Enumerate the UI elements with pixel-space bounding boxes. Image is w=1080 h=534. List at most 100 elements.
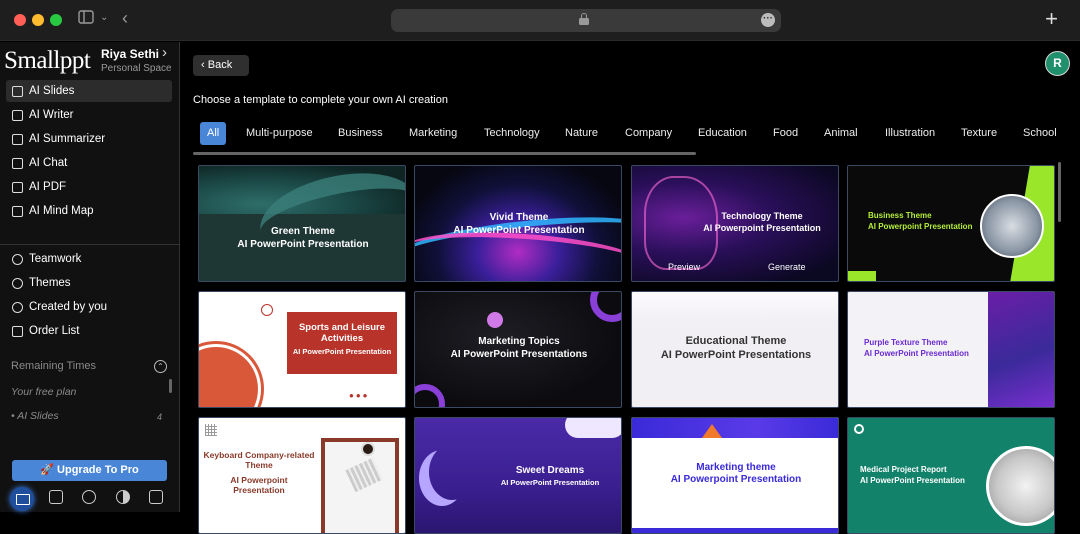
sidebar-item-label: Order List xyxy=(29,325,80,337)
template-card-marketing-topics[interactable]: Marketing Topics AI PowerPoint Presentat… xyxy=(414,291,622,408)
card-photo xyxy=(980,194,1044,258)
pdf-icon xyxy=(12,181,23,193)
sidebar-toggle-icon[interactable] xyxy=(78,10,94,27)
tab-multi-purpose[interactable]: Multi-purpose xyxy=(246,122,313,145)
sidebar-item-label: Themes xyxy=(29,277,71,289)
card-subtitle: AI PowerPoint Presentations xyxy=(660,349,812,361)
globe-icon[interactable] xyxy=(82,490,96,504)
plan-item-count: 4 xyxy=(157,412,163,422)
user-name[interactable]: Riya Sethi xyxy=(101,47,159,61)
card-subtitle: AI Powerpoint Presentation xyxy=(703,223,821,233)
chevron-down-icon[interactable]: ⌄ xyxy=(100,12,108,23)
slides-icon xyxy=(12,85,23,97)
sidebar-item-ai-chat[interactable]: AI Chat xyxy=(6,152,172,174)
template-card-vivid-theme[interactable]: Vivid Theme AI PowerPoint Presentation xyxy=(414,165,622,282)
card-title: Business Theme xyxy=(868,211,932,220)
card-decoration xyxy=(848,271,876,281)
collapse-sidebar-icon[interactable] xyxy=(149,490,163,504)
tab-education[interactable]: Education xyxy=(698,122,747,145)
template-card-green-theme[interactable]: Green Theme AI PowerPoint Presentation xyxy=(198,165,406,282)
sidebar-item-created-by-you[interactable]: Created by you xyxy=(6,296,172,318)
upgrade-button[interactable]: 🚀 Upgrade To Pro xyxy=(12,460,167,481)
sidebar-item-label: Teamwork xyxy=(29,253,82,265)
maximize-window-button[interactable] xyxy=(50,14,62,26)
card-decoration xyxy=(565,418,621,438)
card-decoration xyxy=(702,424,722,438)
back-arrow-icon[interactable]: ‹ xyxy=(122,8,128,29)
tab-school[interactable]: School xyxy=(1023,122,1057,145)
sidebar-item-label: AI PDF xyxy=(29,181,67,193)
close-window-button[interactable] xyxy=(14,14,26,26)
tab-business[interactable]: Business xyxy=(338,122,383,145)
template-card-business-theme[interactable]: Business Theme AI Powerpoint Presentatio… xyxy=(847,165,1055,282)
sidebar-bottom-bar xyxy=(0,484,180,512)
minimize-window-button[interactable] xyxy=(32,14,44,26)
sidebar-item-ai-mind-map[interactable]: AI Mind Map xyxy=(6,200,172,222)
template-card-technology-theme[interactable]: Technology Theme AI Powerpoint Presentat… xyxy=(631,165,839,282)
card-title: Purple Texture Theme xyxy=(864,338,948,347)
card-decoration xyxy=(632,418,838,438)
user-space: Personal Space xyxy=(101,63,172,74)
template-card-educational-theme[interactable]: Educational Theme AI PowerPoint Presenta… xyxy=(631,291,839,408)
card-subtitle: AI Powerpoint Presentation xyxy=(868,222,973,231)
tab-texture[interactable]: Texture xyxy=(961,122,997,145)
address-bar[interactable]: ··· xyxy=(391,9,781,32)
sidebar-item-ai-slides[interactable]: AI Slides xyxy=(6,80,172,102)
tab-company[interactable]: Company xyxy=(625,122,672,145)
card-decoration xyxy=(590,292,621,322)
tab-animal[interactable]: Animal xyxy=(824,122,858,145)
card-title: Marketing Topics xyxy=(478,336,560,347)
template-card-marketing-theme[interactable]: Marketing theme AI Powerpoint Presentati… xyxy=(631,417,839,534)
tab-marketing[interactable]: Marketing xyxy=(409,122,457,145)
card-decoration: ●●● xyxy=(349,391,370,400)
tab-nature[interactable]: Nature xyxy=(565,122,598,145)
user-icon xyxy=(12,301,23,313)
moon-icon xyxy=(429,444,475,500)
more-options-icon[interactable]: ··· xyxy=(761,13,775,27)
chevron-up-icon[interactable]: ⌃ xyxy=(154,360,167,373)
sidebar-item-teamwork[interactable]: Teamwork xyxy=(6,248,172,270)
card-title: Technology Theme xyxy=(721,211,803,221)
card-title: Sweet Dreams xyxy=(515,465,585,476)
page-subtitle: Choose a template to complete your own A… xyxy=(193,94,448,106)
generate-button[interactable]: Generate xyxy=(768,262,806,272)
new-tab-icon[interactable]: + xyxy=(1045,8,1058,30)
sidebar-item-ai-pdf[interactable]: AI PDF xyxy=(6,176,172,198)
sidebar: Smallppt Riya Sethi Personal Space › AI … xyxy=(0,42,180,512)
card-title: Green Theme xyxy=(271,226,335,237)
sidebar-item-ai-writer[interactable]: AI Writer xyxy=(6,104,172,126)
card-title: Vivid Theme xyxy=(489,212,549,223)
chat-bubble-icon[interactable] xyxy=(49,490,63,504)
tab-food[interactable]: Food xyxy=(773,122,798,145)
chevron-right-icon[interactable]: › xyxy=(162,44,167,61)
chat-icon xyxy=(12,157,23,169)
avatar[interactable]: R xyxy=(1045,51,1070,76)
template-card-sports-leisure[interactable]: Sports and Leisure Activities AI PowerPo… xyxy=(198,291,406,408)
card-subtitle: AI PowerPoint Presentation xyxy=(864,349,969,358)
sidebar-item-themes[interactable]: Themes xyxy=(6,272,172,294)
template-card-sweet-dreams[interactable]: Sweet Dreams AI PowerPoint Presentation xyxy=(414,417,622,534)
back-button[interactable]: ‹ Back xyxy=(193,55,249,76)
card-title: Medical Project Report xyxy=(860,465,947,474)
card-subtitle: AI PowerPoint Presentation xyxy=(500,478,600,487)
team-icon xyxy=(12,253,23,265)
tab-all[interactable]: All xyxy=(200,122,227,145)
app-logo: Smallppt xyxy=(4,47,91,74)
tab-illustration[interactable]: Illustration xyxy=(885,122,935,145)
template-card-keyboard-company[interactable]: Keyboard Company-related Theme AI Powerp… xyxy=(198,417,406,534)
template-card-medical-report[interactable]: Medical Project Report AI PowerPoint Pre… xyxy=(847,417,1055,534)
card-logo xyxy=(261,304,273,316)
grid-scrollbar[interactable] xyxy=(1058,162,1061,222)
theme-toggle-icon[interactable] xyxy=(116,490,130,504)
tab-technology[interactable]: Technology xyxy=(484,122,540,145)
sidebar-item-order-list[interactable]: Order List xyxy=(6,320,172,342)
card-title: Educational Theme xyxy=(685,335,787,347)
mail-icon[interactable] xyxy=(10,487,34,511)
preview-button[interactable]: Preview xyxy=(668,262,700,272)
sidebar-scrollbar[interactable] xyxy=(169,379,172,393)
sidebar-item-ai-summarizer[interactable]: AI Summarizer xyxy=(6,128,172,150)
card-subtitle: AI Powerpoint Presentation xyxy=(670,474,802,485)
tabs-scrollbar[interactable] xyxy=(193,152,696,155)
sidebar-divider xyxy=(0,244,180,245)
template-card-purple-texture[interactable]: Purple Texture Theme AI PowerPoint Prese… xyxy=(847,291,1055,408)
